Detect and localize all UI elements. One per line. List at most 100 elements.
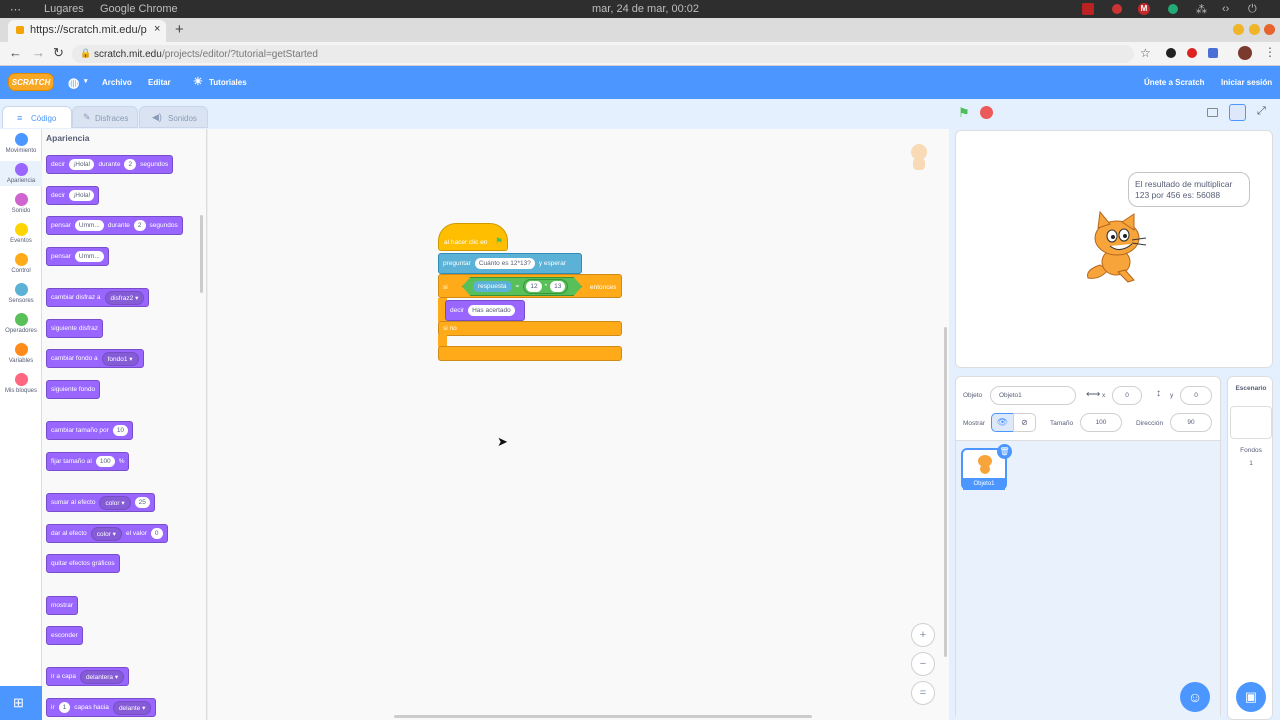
category-events[interactable]: Eventos bbox=[0, 223, 42, 244]
block-switch-backdrop[interactable]: cambiar fondo a fondo1 ▾ bbox=[46, 349, 144, 368]
when-flag-clicked-block[interactable]: al hacer clic en ⚑ bbox=[438, 223, 508, 251]
category-my-blocks[interactable]: Mis bloques bbox=[0, 373, 42, 394]
block-input[interactable]: 0 bbox=[150, 528, 163, 539]
block-input[interactable]: 25 bbox=[134, 497, 150, 508]
block-show[interactable]: mostrar bbox=[46, 596, 79, 615]
effect-dropdown[interactable]: color ▾ bbox=[90, 526, 122, 541]
minimize-window-icon[interactable] bbox=[1233, 24, 1244, 35]
block-input[interactable]: 100 bbox=[95, 456, 115, 467]
layer-dropdown[interactable]: delantera ▾ bbox=[79, 669, 125, 684]
ask-and-wait-block[interactable]: preguntar Cuánto es 12*13? y esperar bbox=[438, 253, 582, 274]
sign-in-link[interactable]: Iniciar sesión bbox=[1221, 78, 1272, 87]
block-think-for-secs[interactable]: pensar Umm... durante 2 segundos bbox=[46, 216, 183, 235]
size-input[interactable]: 100 bbox=[1080, 413, 1122, 432]
workspace-horizontal-scrollbar[interactable] bbox=[394, 715, 812, 718]
stop-button[interactable] bbox=[980, 106, 993, 119]
tutorials-menu[interactable]: Tutoriales bbox=[209, 78, 247, 87]
address-bar[interactable]: 🔒 scratch.mit.edu /projects/editor/?tuto… bbox=[72, 45, 1134, 63]
block-next-backdrop[interactable]: siguiente fondo bbox=[46, 380, 101, 399]
block-input[interactable]: Umm... bbox=[74, 220, 104, 231]
block-hide[interactable]: esconder bbox=[46, 626, 83, 645]
close-tab-icon[interactable]: × bbox=[154, 23, 160, 35]
category-variables[interactable]: Variables bbox=[0, 343, 42, 364]
sprite-name-input[interactable]: Objeto1 bbox=[990, 386, 1076, 405]
os-places-menu[interactable]: Lugares bbox=[44, 3, 84, 15]
os-menu-dots-icon[interactable]: ⋯ bbox=[10, 3, 21, 16]
direction-input[interactable]: 90 bbox=[1170, 413, 1212, 432]
backdrop-dropdown[interactable]: fondo1 ▾ bbox=[101, 351, 139, 366]
new-tab-icon[interactable]: + bbox=[175, 21, 184, 38]
small-stage-icon[interactable] bbox=[1207, 108, 1218, 117]
costume-dropdown[interactable]: disfraz2 ▾ bbox=[104, 290, 145, 305]
maximize-window-icon[interactable] bbox=[1249, 24, 1260, 35]
block-go-layers[interactable]: ir 1 capas hacia delante ▾ bbox=[46, 698, 157, 717]
block-change-size[interactable]: cambiar tamaño por 10 bbox=[46, 421, 134, 440]
say-block[interactable]: decir Has acertado bbox=[445, 300, 525, 321]
normal-stage-icon[interactable] bbox=[1229, 104, 1246, 121]
category-sound[interactable]: Sonido bbox=[0, 193, 42, 214]
zoom-in-button[interactable]: + bbox=[911, 623, 935, 647]
palette-scrollbar[interactable] bbox=[200, 215, 203, 293]
os-clock[interactable]: mar, 24 de mar, 00:02 bbox=[592, 3, 699, 15]
back-icon[interactable]: ← bbox=[9, 45, 22, 60]
close-window-icon[interactable] bbox=[1264, 24, 1275, 35]
block-input[interactable]: 2 bbox=[133, 220, 146, 231]
reload-icon[interactable]: ↻ bbox=[53, 45, 64, 61]
mega-tray-icon[interactable]: M bbox=[1138, 3, 1150, 15]
forward-icon[interactable]: → bbox=[32, 45, 45, 60]
block-go-to-layer[interactable]: ir a capa delantera ▾ bbox=[46, 667, 130, 686]
translate-extension-icon[interactable] bbox=[1208, 48, 1218, 58]
edit-menu[interactable]: Editar bbox=[148, 78, 171, 87]
record-tray-icon[interactable] bbox=[1112, 4, 1122, 14]
block-set-effect[interactable]: dar al efecto color ▾ el valor 0 bbox=[46, 524, 168, 543]
bookmark-star-icon[interactable]: ☆ bbox=[1140, 46, 1151, 60]
fullscreen-icon[interactable]: ⤢ bbox=[1257, 105, 1266, 118]
add-extension-button[interactable]: ⊞ bbox=[0, 686, 42, 720]
zoom-out-button[interactable]: − bbox=[911, 652, 935, 676]
zoom-reset-button[interactable]: = bbox=[911, 681, 935, 705]
delete-sprite-icon[interactable]: 🗑 bbox=[997, 444, 1012, 459]
extension-2-icon[interactable] bbox=[1187, 48, 1197, 58]
scratch-cat-sprite[interactable] bbox=[1080, 210, 1150, 285]
number-input[interactable]: 12 bbox=[526, 281, 542, 292]
scratch-logo[interactable]: SCRATCH bbox=[8, 73, 54, 91]
effect-dropdown[interactable]: color ▾ bbox=[99, 495, 131, 510]
block-input[interactable]: 1 bbox=[58, 702, 71, 713]
tab-code[interactable]: ≡ Código bbox=[2, 106, 72, 128]
ask-question-input[interactable]: Cuánto es 12*13? bbox=[474, 258, 535, 269]
block-change-effect[interactable]: sumar al efecto color ▾ 25 bbox=[46, 493, 155, 512]
y-position-input[interactable]: 0 bbox=[1180, 386, 1212, 405]
block-next-costume[interactable]: siguiente disfraz bbox=[46, 319, 103, 338]
answer-reporter[interactable]: respuesta bbox=[473, 281, 512, 292]
show-visible-button[interactable]: 👁 bbox=[991, 413, 1014, 432]
os-app-menu[interactable]: Google Chrome bbox=[100, 3, 178, 15]
tab-costumes[interactable]: ✎ Disfraces bbox=[72, 106, 138, 128]
category-control[interactable]: Control bbox=[0, 253, 42, 274]
file-menu[interactable]: Archivo bbox=[102, 78, 132, 87]
block-input[interactable]: ¡Hola! bbox=[69, 190, 95, 201]
category-sensing[interactable]: Sensores bbox=[0, 283, 42, 304]
workspace-vertical-scrollbar[interactable] bbox=[944, 327, 947, 657]
hide-button[interactable]: ⊘ bbox=[1013, 413, 1036, 432]
equals-operator-block[interactable]: respuesta = 12 * 13 bbox=[462, 277, 582, 296]
tab-sounds[interactable]: ◀) Sonidos bbox=[139, 106, 208, 128]
direction-dropdown[interactable]: delante ▾ bbox=[112, 700, 152, 715]
block-say-for-secs[interactable]: decir ¡Hola! durante 2 segundos bbox=[46, 155, 174, 174]
x-position-input[interactable]: 0 bbox=[1112, 386, 1142, 405]
block-input[interactable]: ¡Hola! bbox=[69, 159, 95, 170]
language-globe-icon[interactable]: ◍ bbox=[68, 75, 79, 91]
category-operators[interactable]: Operadores bbox=[0, 313, 42, 334]
profile-avatar[interactable] bbox=[1238, 46, 1252, 60]
code-workspace[interactable] bbox=[208, 129, 949, 720]
add-sprite-icon[interactable]: ☺ bbox=[1180, 682, 1210, 712]
category-looks[interactable]: Apariencia bbox=[0, 161, 42, 186]
green-flag-button[interactable]: ⚑ bbox=[958, 105, 970, 121]
say-message-input[interactable]: Has acertado bbox=[468, 305, 515, 316]
language-dropdown-icon[interactable]: ▾ bbox=[84, 77, 88, 85]
number-input[interactable]: 13 bbox=[550, 281, 566, 292]
block-input[interactable]: Umm... bbox=[74, 251, 104, 262]
add-backdrop-icon[interactable]: ▣ bbox=[1236, 682, 1266, 712]
block-input[interactable]: 10 bbox=[112, 425, 129, 436]
join-scratch-link[interactable]: Únete a Scratch bbox=[1144, 78, 1204, 87]
network-tray-icon[interactable]: ⁂ bbox=[1196, 3, 1207, 16]
